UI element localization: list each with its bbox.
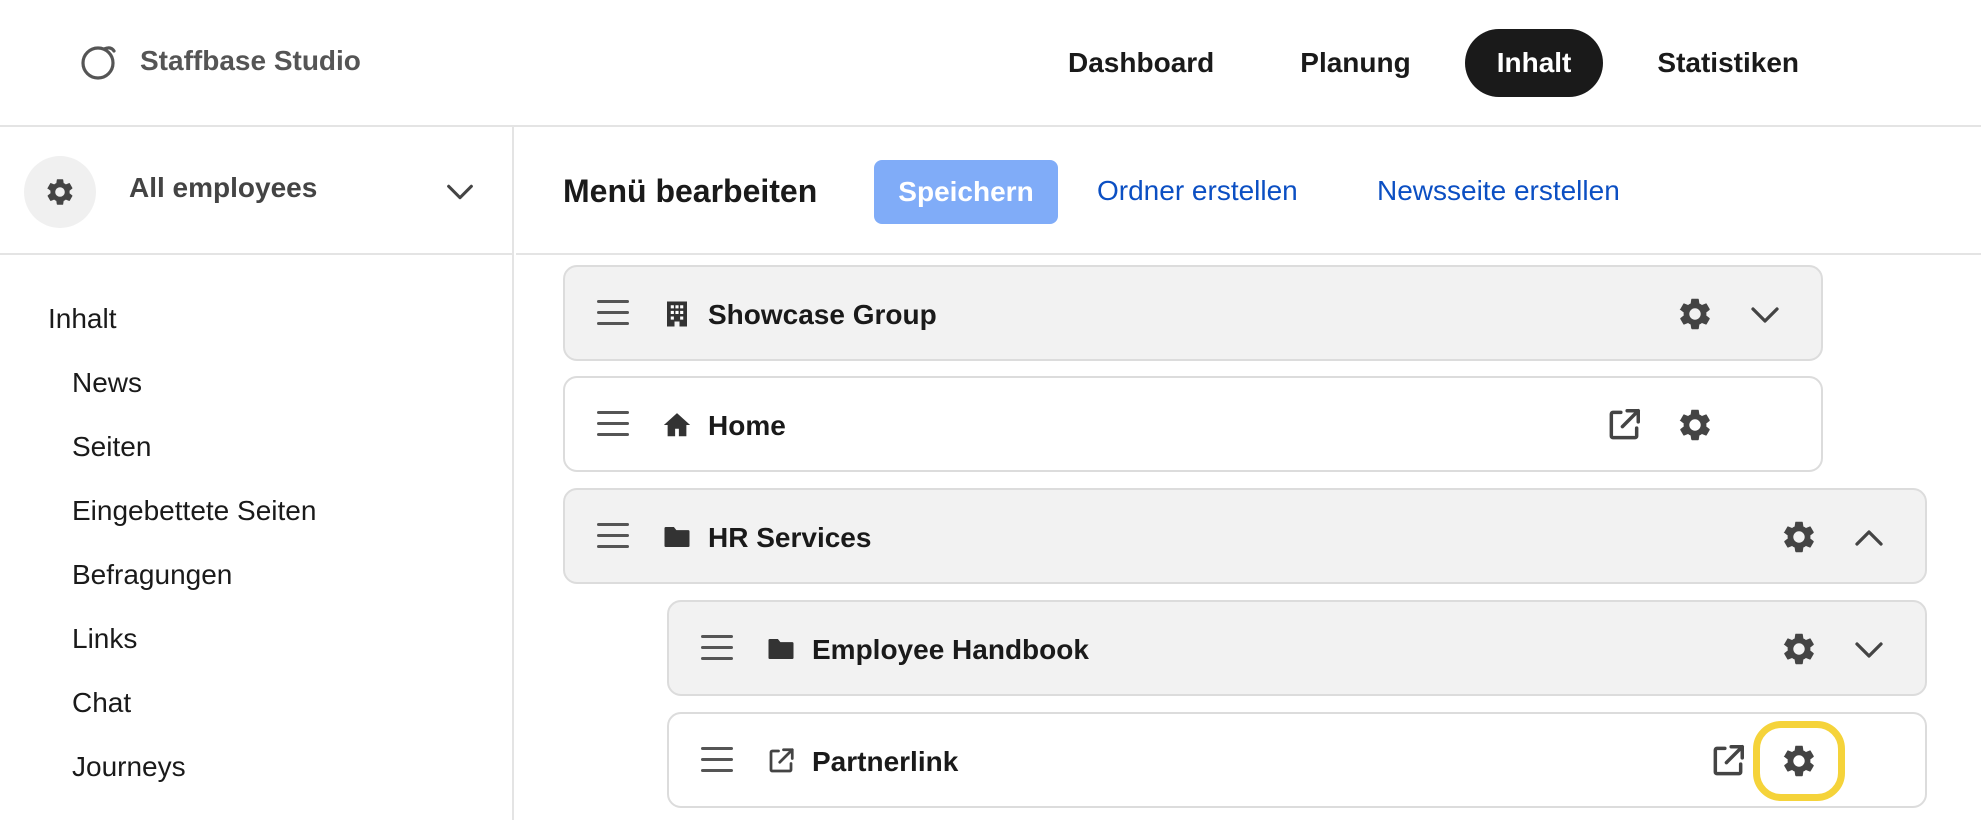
settings-gear-icon[interactable] [1780, 742, 1818, 780]
brand[interactable]: Staffbase Studio [78, 40, 361, 82]
drag-handle-icon[interactable] [597, 409, 629, 439]
sidebar-item-eingebettete-seiten[interactable]: Eingebettete Seiten [72, 495, 316, 559]
create-folder-button[interactable]: Ordner erstellen [1097, 175, 1298, 207]
chevron-down-icon[interactable] [1851, 632, 1887, 668]
external-link-icon[interactable] [1605, 406, 1643, 444]
settings-gear-icon[interactable] [1676, 295, 1714, 333]
settings-gear-icon[interactable] [1780, 630, 1818, 668]
nav-dashboard[interactable]: Dashboard [1036, 29, 1246, 97]
sidebar-item-journeys[interactable]: Journeys [72, 751, 316, 815]
sidebar-heading[interactable]: Inhalt [48, 303, 117, 335]
sidebar-item-chat[interactable]: Chat [72, 687, 316, 751]
main-header: Menü bearbeiten Speichern Ordner erstell… [516, 127, 1981, 255]
chevron-up-icon[interactable] [1851, 520, 1887, 556]
create-newspage-button[interactable]: Newsseite erstellen [1377, 175, 1620, 207]
home-icon [662, 410, 692, 440]
folder-icon [766, 634, 796, 664]
menu-item-employee-handbook[interactable]: Employee Handbook [667, 600, 1927, 696]
menu-item-hr-services[interactable]: HR Services [563, 488, 1927, 584]
audience-selector[interactable]: All employees [0, 127, 512, 255]
drag-handle-icon[interactable] [701, 633, 733, 663]
menu-item-label: Home [708, 410, 786, 441]
external-link-icon [766, 746, 796, 776]
menu-item-label: Showcase Group [708, 299, 937, 330]
audience-label: All employees [129, 172, 318, 203]
menu-item-partnerlink[interactable]: Partnerlink [667, 712, 1927, 808]
menu-item-home[interactable]: Home [563, 376, 1823, 472]
top-bar: Staffbase Studio Dashboard Planung Inhal… [0, 0, 1981, 127]
folder-icon [662, 522, 692, 552]
sidebar: All employees Inhalt News Seiten Eingebe… [0, 127, 514, 820]
chevron-down-icon[interactable] [443, 175, 477, 209]
nav-inhalt[interactable]: Inhalt [1464, 29, 1604, 97]
drag-handle-icon[interactable] [597, 298, 629, 328]
sidebar-item-seiten[interactable]: Seiten [72, 431, 316, 495]
sidebar-list: News Seiten Eingebettete Seiten Befragun… [72, 367, 316, 815]
external-link-icon[interactable] [1709, 742, 1747, 780]
chevron-down-icon[interactable] [1747, 297, 1783, 333]
staffbase-logo-icon [81, 46, 116, 80]
menu-item-showcase-group[interactable]: Showcase Group [563, 265, 1823, 361]
building-icon [662, 299, 692, 329]
menu-item-label: HR Services [708, 522, 872, 553]
nav-planung[interactable]: Planung [1268, 29, 1442, 97]
app-name: Staffbase Studio [140, 45, 361, 76]
settings-gear-icon[interactable] [1676, 406, 1714, 444]
sidebar-item-news[interactable]: News [72, 367, 316, 431]
settings-gear-icon[interactable] [1780, 518, 1818, 556]
page-title: Menü bearbeiten [563, 173, 818, 209]
sidebar-item-links[interactable]: Links [72, 623, 316, 687]
sidebar-item-befragungen[interactable]: Befragungen [72, 559, 316, 623]
nav-statistiken[interactable]: Statistiken [1625, 29, 1831, 97]
drag-handle-icon[interactable] [701, 745, 733, 775]
menu-item-label: Employee Handbook [812, 634, 1089, 665]
top-navigation: Dashboard Planung Inhalt Statistiken [1036, 29, 1831, 97]
menu-item-label: Partnerlink [812, 746, 959, 777]
save-button[interactable]: Speichern [874, 160, 1058, 224]
audience-settings-icon[interactable] [24, 156, 96, 228]
drag-handle-icon[interactable] [597, 521, 629, 551]
